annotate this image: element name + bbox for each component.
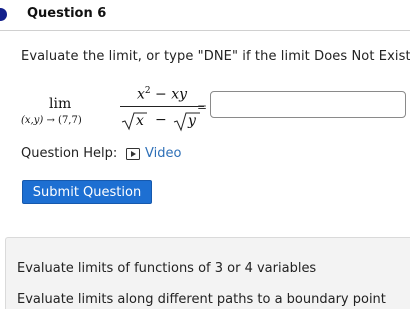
question-header: Question 6 [0, 0, 410, 30]
limit-operator: lim [49, 96, 72, 112]
submit-question-button[interactable]: Submit Question [22, 180, 152, 204]
limit-approach-vars: (x,y) [21, 115, 44, 126]
play-icon [126, 147, 140, 160]
question-title: Question 6 [27, 6, 107, 21]
header-divider [0, 30, 410, 31]
question-help-label: Question Help: [21, 146, 118, 161]
video-link-label: Video [145, 146, 182, 161]
sqrt-y-radicand: y [188, 113, 196, 129]
numerator-rest: − xy [155, 86, 188, 103]
equals-sign: = [197, 100, 208, 114]
numerator-exponent: 2 [144, 86, 151, 96]
limit-approach-point: (7,7) [58, 115, 82, 126]
fraction-bar [120, 106, 204, 107]
fraction-numerator: x2 − xy [119, 86, 205, 103]
sqrt-x-radicand: x [136, 113, 144, 129]
question-status-dot [0, 8, 7, 21]
fraction-denominator: x − y [119, 111, 205, 133]
limit-approach: (x,y) → (7,7) [21, 115, 82, 126]
sqrt-x: x [121, 111, 147, 131]
skill-item: Evaluate limits along different paths to… [17, 292, 386, 307]
skills-panel: Evaluate limits of functions of 3 or 4 v… [5, 237, 410, 309]
video-help-link[interactable]: Video [126, 146, 181, 161]
sqrt-y: y [173, 111, 201, 132]
denominator-operator: − [155, 112, 167, 128]
limit-expression: lim (x,y) → (7,7) x2 − xy x − y [21, 86, 211, 142]
answer-input[interactable] [210, 91, 406, 118]
numerator-base: x [136, 86, 145, 103]
question-prompt: Evaluate the limit, or type "DNE" if the… [21, 49, 410, 64]
skill-item: Evaluate limits of functions of 3 or 4 v… [17, 261, 317, 276]
sqrt-y-radical-icon [173, 112, 200, 132]
limit-arrow: → [46, 115, 55, 126]
